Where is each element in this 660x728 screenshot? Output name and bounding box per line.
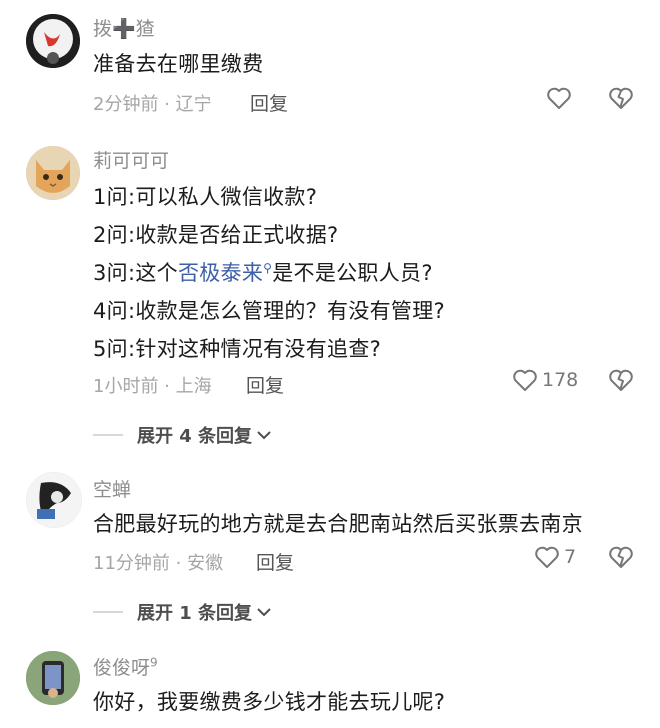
comment-line-2: 2问:收款是否给正式收据?: [93, 223, 339, 247]
comment-line-5: 5问:针对这种情况有没有追查?: [93, 337, 382, 361]
username[interactable]: 俊俊呀9: [93, 653, 158, 680]
avatar-image: [27, 473, 81, 527]
comment-text: 准备去在哪里缴费: [93, 52, 264, 76]
avatar-image: [26, 651, 80, 705]
comment-line-3-prefix: 3问:这个: [93, 261, 178, 285]
avatar-image: [26, 14, 80, 68]
comment-text: 合肥最好玩的地方就是去合肥南站然后买张票去南京: [93, 512, 583, 536]
divider: [93, 434, 123, 436]
heart-outline-icon: [535, 546, 559, 568]
chevron-down-icon: [257, 608, 271, 617]
user-badge: 9: [150, 655, 158, 670]
heart-outline-icon: [547, 87, 571, 109]
dislike-button[interactable]: [608, 368, 634, 392]
reply-button[interactable]: 回复: [250, 89, 288, 116]
avatar[interactable]: [26, 14, 80, 68]
broken-heart-icon: [609, 369, 633, 391]
comment-line-1: 1问:可以私人微信收款?: [93, 185, 318, 209]
avatar[interactable]: [26, 146, 80, 200]
like-button[interactable]: [546, 86, 576, 110]
time-location: 1小时前 · 上海: [93, 376, 212, 397]
broken-heart-icon: [609, 546, 633, 568]
reply-button[interactable]: 回复: [256, 548, 294, 575]
expand-replies-button[interactable]: 展开 4 条回复: [93, 422, 272, 448]
dislike-button[interactable]: [608, 545, 634, 569]
comment-text: 你好，我要缴费多少钱才能去玩儿呢?: [93, 690, 446, 714]
search-icon[interactable]: ⚲: [263, 261, 272, 275]
avatar[interactable]: [26, 651, 80, 705]
like-count: 178: [542, 369, 579, 391]
username[interactable]: 莉可可可: [93, 146, 169, 173]
comment-line-3-suffix: 是不是公职人员?: [272, 261, 433, 285]
divider: [93, 611, 123, 613]
username[interactable]: 空蝉: [93, 475, 131, 502]
expand-replies-button[interactable]: 展开 1 条回复: [93, 599, 272, 625]
like-count: 7: [564, 546, 577, 568]
comment-line-4: 4问:收款是怎么管理的？有没有管理?: [93, 299, 445, 323]
username-text: 俊俊呀: [93, 657, 151, 679]
time-location: 11分钟前 · 安徽: [93, 553, 224, 574]
reply-button[interactable]: 回复: [246, 371, 284, 398]
username[interactable]: 拨➕猹: [93, 14, 155, 41]
expand-label: 展开 1 条回复: [137, 603, 253, 624]
like-button[interactable]: 7: [534, 545, 576, 569]
dislike-button[interactable]: [608, 86, 634, 110]
comment-line-3: 3问:这个否极泰来⚲是不是公职人员?: [93, 257, 433, 287]
search-link[interactable]: 否极泰来: [178, 261, 263, 285]
expand-label: 展开 4 条回复: [137, 426, 253, 447]
chevron-down-icon: [257, 431, 271, 440]
time-location: 2分钟前 · 辽宁: [93, 94, 212, 115]
broken-heart-icon: [609, 87, 633, 109]
avatar[interactable]: [26, 472, 82, 528]
avatar-image: [26, 146, 80, 200]
like-button[interactable]: 178: [512, 368, 578, 392]
heart-outline-icon: [513, 369, 537, 391]
